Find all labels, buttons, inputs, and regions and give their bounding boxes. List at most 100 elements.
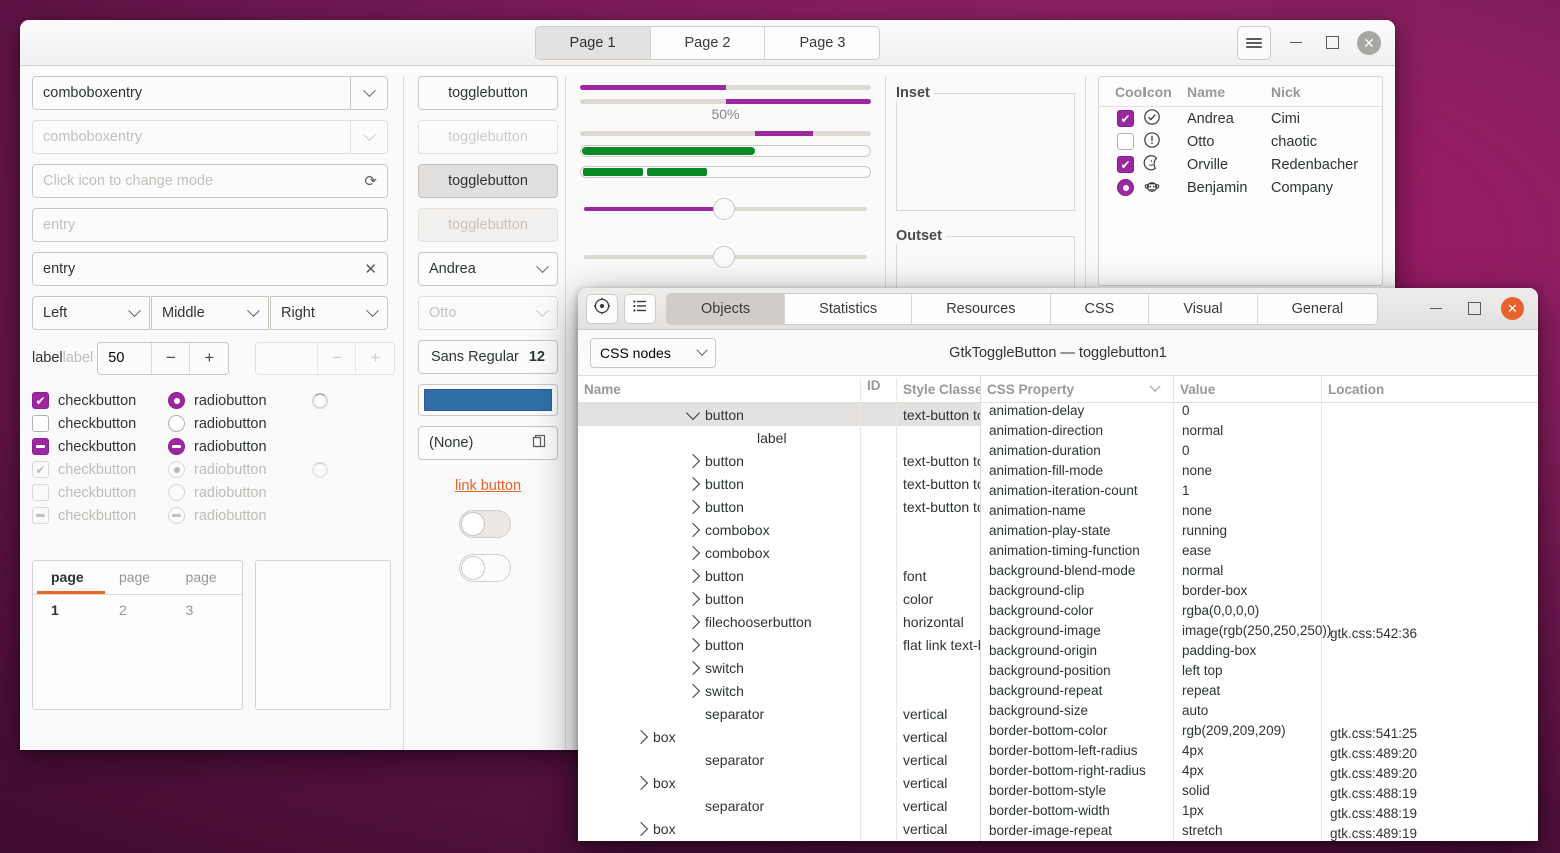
tree-row[interactable]: separatorvertical	[578, 794, 980, 817]
tree-row[interactable]: filechooserbuttonhorizontal	[578, 610, 980, 633]
column-header-id[interactable]: ID	[861, 378, 897, 401]
column-header-style-classes[interactable]: Style Classes	[897, 382, 980, 397]
chevron-right-icon[interactable]	[686, 591, 700, 605]
column-header-cool[interactable]: Cool	[1099, 84, 1143, 100]
radio-icon[interactable]	[168, 415, 185, 432]
comboboxentry-1[interactable]: comboboxentry	[32, 76, 388, 110]
refresh-icon[interactable]: ⟳	[364, 172, 377, 190]
tree-row[interactable]: separatorvertical	[578, 702, 980, 725]
chevron-right-icon[interactable]	[686, 660, 700, 674]
table-row[interactable]: Orville Redenbacher	[1099, 153, 1382, 176]
cell-cool[interactable]	[1099, 156, 1143, 173]
checkbutton-row-2[interactable]: checkbutton	[32, 415, 168, 432]
people-treeview[interactable]: Cool Icon Name Nick Andrea Cimi	[1098, 76, 1383, 286]
checkbox-icon[interactable]	[1117, 110, 1134, 127]
chevron-right-icon[interactable]	[634, 821, 648, 835]
tree-row[interactable]: combobox	[578, 518, 980, 541]
css-property-row[interactable]: background-imageimage(rgb(250,250,250))g…	[981, 623, 1538, 643]
radiobutton-row-3[interactable]: radiobutton	[168, 438, 312, 455]
tree-row[interactable]: label	[578, 426, 980, 449]
css-property-row[interactable]: background-blend-modenormal	[981, 563, 1538, 583]
css-property-row[interactable]: background-repeatrepeat	[981, 683, 1538, 703]
maximize-icon[interactable]	[1463, 298, 1485, 320]
combo-left[interactable]: Left	[32, 296, 150, 330]
tree-row[interactable]: buttontext-button to	[578, 495, 980, 518]
chevron-right-icon[interactable]	[634, 775, 648, 789]
inspector-tabs[interactable]: Objects Statistics Resources CSS Visual …	[666, 293, 1378, 325]
notebook-tab-page-1[interactable]: page 1	[37, 561, 105, 594]
tree-row[interactable]: separatorvertical	[578, 748, 980, 771]
css-property-row[interactable]: border-image-repeatstretchgtk.css:489:19	[981, 823, 1538, 841]
maximize-icon[interactable]	[1321, 32, 1343, 54]
tree-row[interactable]: buttonfont	[578, 564, 980, 587]
css-property-row[interactable]: border-bottom-left-radius4pxgtk.css:489:…	[981, 743, 1538, 763]
css-property-row[interactable]: border-bottom-right-radius4pxgtk.css:489…	[981, 763, 1538, 783]
scale-knob[interactable]	[713, 246, 735, 268]
css-property-row[interactable]: background-colorrgba(0,0,0,0)	[981, 603, 1538, 623]
radiobutton-row-2[interactable]: radiobutton	[168, 415, 312, 432]
chevron-right-icon[interactable]	[686, 683, 700, 697]
column-header-location[interactable]: Location	[1322, 376, 1538, 403]
combo-right[interactable]: Right	[270, 296, 388, 330]
tree-row[interactable]: combobox	[578, 541, 980, 564]
tab-visual[interactable]: Visual	[1149, 294, 1257, 324]
css-property-row[interactable]: border-bottom-width1pxgtk.css:488:19	[981, 803, 1538, 823]
hamburger-menu-button[interactable]	[1237, 26, 1271, 60]
object-list-button[interactable]	[624, 294, 656, 324]
radio-icon[interactable]	[168, 438, 185, 455]
css-property-row[interactable]: animation-fill-modenone	[981, 463, 1538, 483]
chevron-right-icon[interactable]	[634, 729, 648, 743]
scale-filled[interactable]	[580, 192, 871, 226]
tree-row[interactable]: boxvertical	[578, 725, 980, 748]
css-property-row[interactable]: animation-timing-functionease	[981, 543, 1538, 563]
scale-plain[interactable]	[580, 240, 871, 274]
css-property-row[interactable]: border-bottom-colorrgb(209,209,209)gtk.c…	[981, 723, 1538, 743]
notebook-tab-page-3[interactable]: page 3	[172, 561, 239, 594]
column-header-name[interactable]: Name	[578, 378, 861, 401]
css-property-row[interactable]: border-bottom-stylesolidgtk.css:488:19	[981, 783, 1538, 803]
chevron-right-icon[interactable]	[686, 637, 700, 651]
entry-change-mode[interactable]: Click icon to change mode ⟳	[32, 164, 388, 198]
radio-icon[interactable]	[168, 392, 185, 409]
chevron-right-icon[interactable]	[686, 614, 700, 628]
checkbox-icon[interactable]	[32, 438, 49, 455]
widget-picker-button[interactable]	[586, 294, 618, 324]
comboboxentry-1-text[interactable]: comboboxentry	[32, 76, 350, 110]
chevron-right-icon[interactable]	[686, 568, 700, 582]
close-icon[interactable]: ✕	[1357, 31, 1381, 55]
color-button[interactable]	[418, 384, 558, 416]
tab-objects[interactable]: Objects	[667, 294, 785, 324]
css-property-row[interactable]: animation-play-staterunning	[981, 523, 1538, 543]
css-property-row[interactable]: animation-delay0	[981, 403, 1538, 423]
notebook-tab-page-2[interactable]: page 2	[105, 561, 172, 594]
spinbutton-plus-button[interactable]: +	[190, 343, 228, 374]
tree-row[interactable]: switch	[578, 656, 980, 679]
notebook-tabstrip[interactable]: page 1 page 2 page 3	[33, 561, 242, 595]
chevron-right-icon[interactable]	[686, 545, 700, 559]
close-icon[interactable]: ✕	[1501, 297, 1524, 320]
tree-row[interactable]: buttonflat link text-b	[578, 633, 980, 656]
css-property-row[interactable]: animation-namenone	[981, 503, 1538, 523]
chevron-right-icon[interactable]	[686, 476, 700, 490]
css-property-row[interactable]: animation-directionnormal	[981, 423, 1538, 443]
clear-icon[interactable]: ✕	[364, 260, 377, 278]
spinbutton[interactable]: 50 − +	[97, 342, 229, 375]
chevron-right-icon[interactable]	[686, 453, 700, 467]
tree-row[interactable]: boxvertical	[578, 771, 980, 794]
column-header-nick[interactable]: Nick	[1271, 84, 1382, 100]
tree-row[interactable]: buttontext-button to	[578, 449, 980, 472]
combobox-andrea[interactable]: Andrea	[418, 252, 558, 286]
chevron-down-icon[interactable]	[686, 405, 700, 419]
cell-cool[interactable]	[1099, 179, 1143, 196]
checkbutton-row-1[interactable]: checkbutton	[32, 392, 168, 409]
tab-resources[interactable]: Resources	[912, 294, 1050, 324]
column-header-icon[interactable]: Icon	[1143, 84, 1187, 100]
entry-with-clear[interactable]: entry ✕	[32, 252, 388, 286]
stack-tab-page-1[interactable]: Page 1	[536, 27, 651, 59]
css-property-row[interactable]: background-clipborder-box	[981, 583, 1538, 603]
radiobutton-row-1[interactable]: radiobutton	[168, 392, 312, 409]
checkbox-icon[interactable]	[1117, 133, 1134, 150]
chevron-right-icon[interactable]	[686, 522, 700, 536]
spinbutton-minus-button[interactable]: −	[152, 343, 190, 374]
link-button[interactable]: link button	[418, 478, 558, 494]
